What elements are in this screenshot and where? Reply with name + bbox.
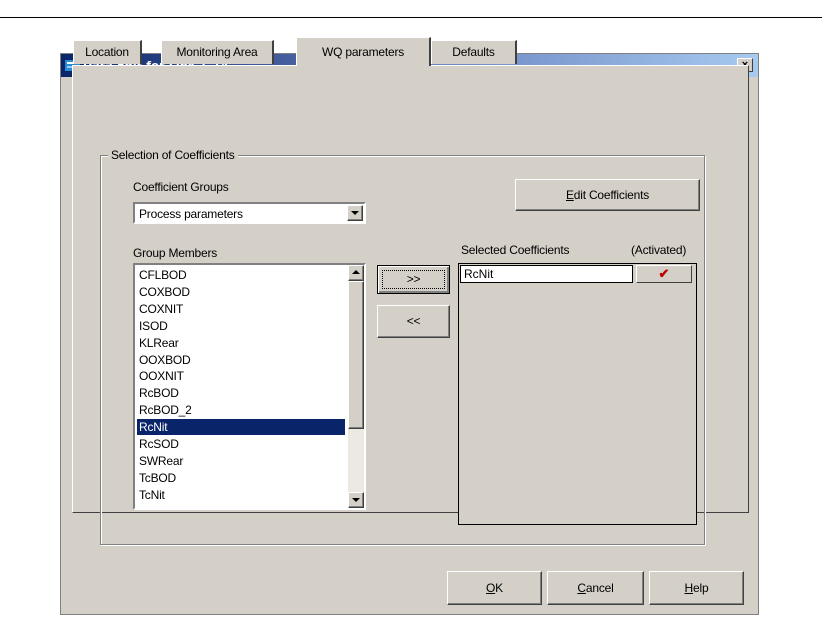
- coefficient-groups-value: Process parameters: [139, 207, 243, 221]
- list-item-rcsod[interactable]: RcSOD: [137, 436, 345, 452]
- list-item-rcnit[interactable]: RcNit: [137, 419, 345, 436]
- list-item-coxnit[interactable]: COXNIT: [137, 301, 345, 317]
- scroll-thumb[interactable]: [348, 281, 364, 429]
- add-coefficient-button[interactable]: >>: [377, 265, 450, 294]
- ok-label: K: [495, 581, 503, 595]
- group-members-label: Group Members: [133, 246, 218, 260]
- list-item-rcbod[interactable]: RcBOD: [137, 385, 345, 401]
- selected-coefficient-name[interactable]: RcNit: [460, 265, 633, 283]
- list-item-ooxnit[interactable]: OOXNIT: [137, 368, 345, 384]
- activated-checkbox[interactable]: ✔: [636, 265, 692, 283]
- activated-label: (Activated): [631, 243, 687, 257]
- edit-label: dit Coefficients: [573, 188, 650, 202]
- remove-label: <<: [406, 314, 421, 328]
- cancel-mnemonic: C: [577, 581, 586, 595]
- top-rule: [0, 17, 822, 18]
- checkmark-icon: ✔: [658, 266, 670, 281]
- help-button[interactable]: Help: [649, 571, 744, 605]
- tab-location-label: Location: [85, 45, 129, 59]
- groupbox-legend: Selection of Coefficients: [108, 148, 238, 162]
- list-item-tcbod[interactable]: TcBOD: [137, 470, 345, 486]
- help-label: elp: [693, 581, 709, 595]
- tab-defaults[interactable]: Defaults: [431, 40, 517, 64]
- list-item-isod[interactable]: ISOD: [137, 318, 345, 334]
- ok-mnemonic: O: [486, 581, 496, 595]
- coefficient-groups-label: Coefficient Groups: [133, 180, 229, 194]
- list-item-ooxbod[interactable]: OOXBOD: [137, 352, 345, 368]
- members-scrollbar[interactable]: [348, 265, 364, 508]
- tab-wq-parameters[interactable]: WQ parameters: [296, 37, 431, 66]
- tab-defaults-label: Defaults: [452, 45, 495, 59]
- focus-rect: [382, 270, 445, 289]
- cancel-label: ancel: [585, 581, 614, 595]
- edit-coefficients-button[interactable]: Edit Coefficients: [515, 179, 700, 211]
- selected-coefficients-label: Selected Coefficients: [461, 243, 570, 257]
- tab-location[interactable]: Location: [73, 40, 142, 64]
- remove-coefficient-button[interactable]: <<: [377, 305, 450, 338]
- list-item-cflbod[interactable]: CFLBOD: [137, 267, 345, 283]
- tab-wq-parameters-label: WQ parameters: [321, 45, 405, 59]
- list-item-swrear[interactable]: SWRear: [137, 453, 345, 469]
- scroll-up-icon[interactable]: [348, 265, 364, 281]
- cancel-button[interactable]: Cancel: [547, 571, 644, 605]
- list-item-tcnit[interactable]: TcNit: [137, 487, 345, 503]
- group-members-list[interactable]: CFLBOD COXBOD COXNIT ISOD KLRear OOXBOD OOXNIT…: [133, 263, 366, 510]
- edit-mnemonic: E: [565, 188, 574, 202]
- help-mnemonic: H: [684, 581, 694, 595]
- dropdown-arrow-icon[interactable]: [347, 205, 363, 221]
- coefficient-groups-select[interactable]: Process parameters: [133, 202, 366, 224]
- selected-coefficients-grid[interactable]: RcNit ✔: [458, 263, 697, 525]
- tab-monitoring-area[interactable]: Monitoring Area: [161, 40, 274, 64]
- scroll-down-icon[interactable]: [348, 492, 364, 508]
- list-item-coxbod[interactable]: COXBOD: [137, 284, 345, 300]
- ok-button[interactable]: OK: [447, 571, 542, 605]
- list-item-rcbod-2[interactable]: RcBOD_2: [137, 402, 345, 418]
- tab-monitoring-area-label: Monitoring Area: [176, 45, 258, 59]
- list-item-klrear[interactable]: KLRear: [137, 335, 345, 351]
